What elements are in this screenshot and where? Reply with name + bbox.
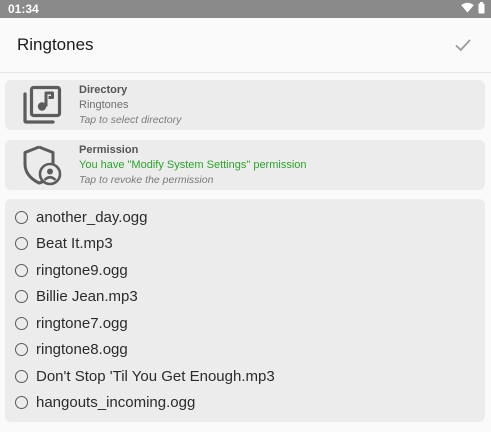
radio-button[interactable] xyxy=(15,290,28,304)
ringtone-label: ringtone9.ogg xyxy=(36,261,128,279)
permission-value: You have "Modify System Settings" permis… xyxy=(79,158,307,171)
radio-button[interactable] xyxy=(15,369,28,383)
ringtone-label: ringtone8.ogg xyxy=(36,341,128,359)
directory-title: Directory xyxy=(79,83,128,96)
directory-hint: Tap to select directory xyxy=(79,113,182,126)
music-library-icon xyxy=(19,82,65,128)
radio-button[interactable] xyxy=(15,396,28,410)
ringtone-label: hangouts_incoming.ogg xyxy=(36,394,196,412)
radio-button[interactable] xyxy=(15,210,28,224)
ringtone-label: Billie Jean.mp3 xyxy=(36,288,138,306)
directory-setting[interactable]: Directory Ringtones Tap to select direct… xyxy=(5,80,485,130)
list-item[interactable]: ringtone9.ogg xyxy=(5,257,485,284)
list-item[interactable]: ringtone8.ogg xyxy=(5,337,485,364)
check-icon xyxy=(455,39,471,51)
directory-value: Ringtones xyxy=(79,98,129,111)
permission-title: Permission xyxy=(79,143,139,156)
permission-text: Permission You have "Modify System Setti… xyxy=(79,143,307,188)
status-icons xyxy=(461,1,485,17)
radio-button[interactable] xyxy=(15,237,28,251)
list-item[interactable]: Billie Jean.mp3 xyxy=(5,284,485,311)
app-bar: Ringtones xyxy=(0,18,491,73)
ringtone-label: another_day.ogg xyxy=(36,208,148,226)
list-item[interactable]: ringtone7.ogg xyxy=(5,310,485,337)
page-title: Ringtones xyxy=(17,35,94,54)
ringtone-label: Don't Stop 'Til You Get Enough.mp3 xyxy=(36,367,275,385)
ringtone-list: another_day.ogg Beat It.mp3 ringtone9.og… xyxy=(5,199,485,422)
permission-hint: Tap to revoke the permission xyxy=(79,173,214,186)
radio-button[interactable] xyxy=(15,263,28,277)
list-item[interactable]: Beat It.mp3 xyxy=(5,231,485,258)
status-time: 01:34 xyxy=(8,2,39,16)
permission-setting[interactable]: Permission You have "Modify System Setti… xyxy=(5,140,485,190)
list-item[interactable]: another_day.ogg xyxy=(5,204,485,231)
radio-button[interactable] xyxy=(15,343,28,357)
status-bar: 01:34 xyxy=(0,0,491,18)
radio-button[interactable] xyxy=(15,316,28,330)
list-item[interactable]: hangouts_incoming.ogg xyxy=(5,390,485,417)
ringtone-label: ringtone7.ogg xyxy=(36,314,128,332)
shield-user-icon xyxy=(19,142,65,188)
directory-text: Directory Ringtones Tap to select direct… xyxy=(79,83,181,128)
list-item[interactable]: Don't Stop 'Til You Get Enough.mp3 xyxy=(5,363,485,390)
wifi-icon xyxy=(461,2,474,16)
confirm-button[interactable] xyxy=(451,33,475,57)
ringtone-label: Beat It.mp3 xyxy=(36,235,113,253)
battery-icon xyxy=(478,1,485,17)
